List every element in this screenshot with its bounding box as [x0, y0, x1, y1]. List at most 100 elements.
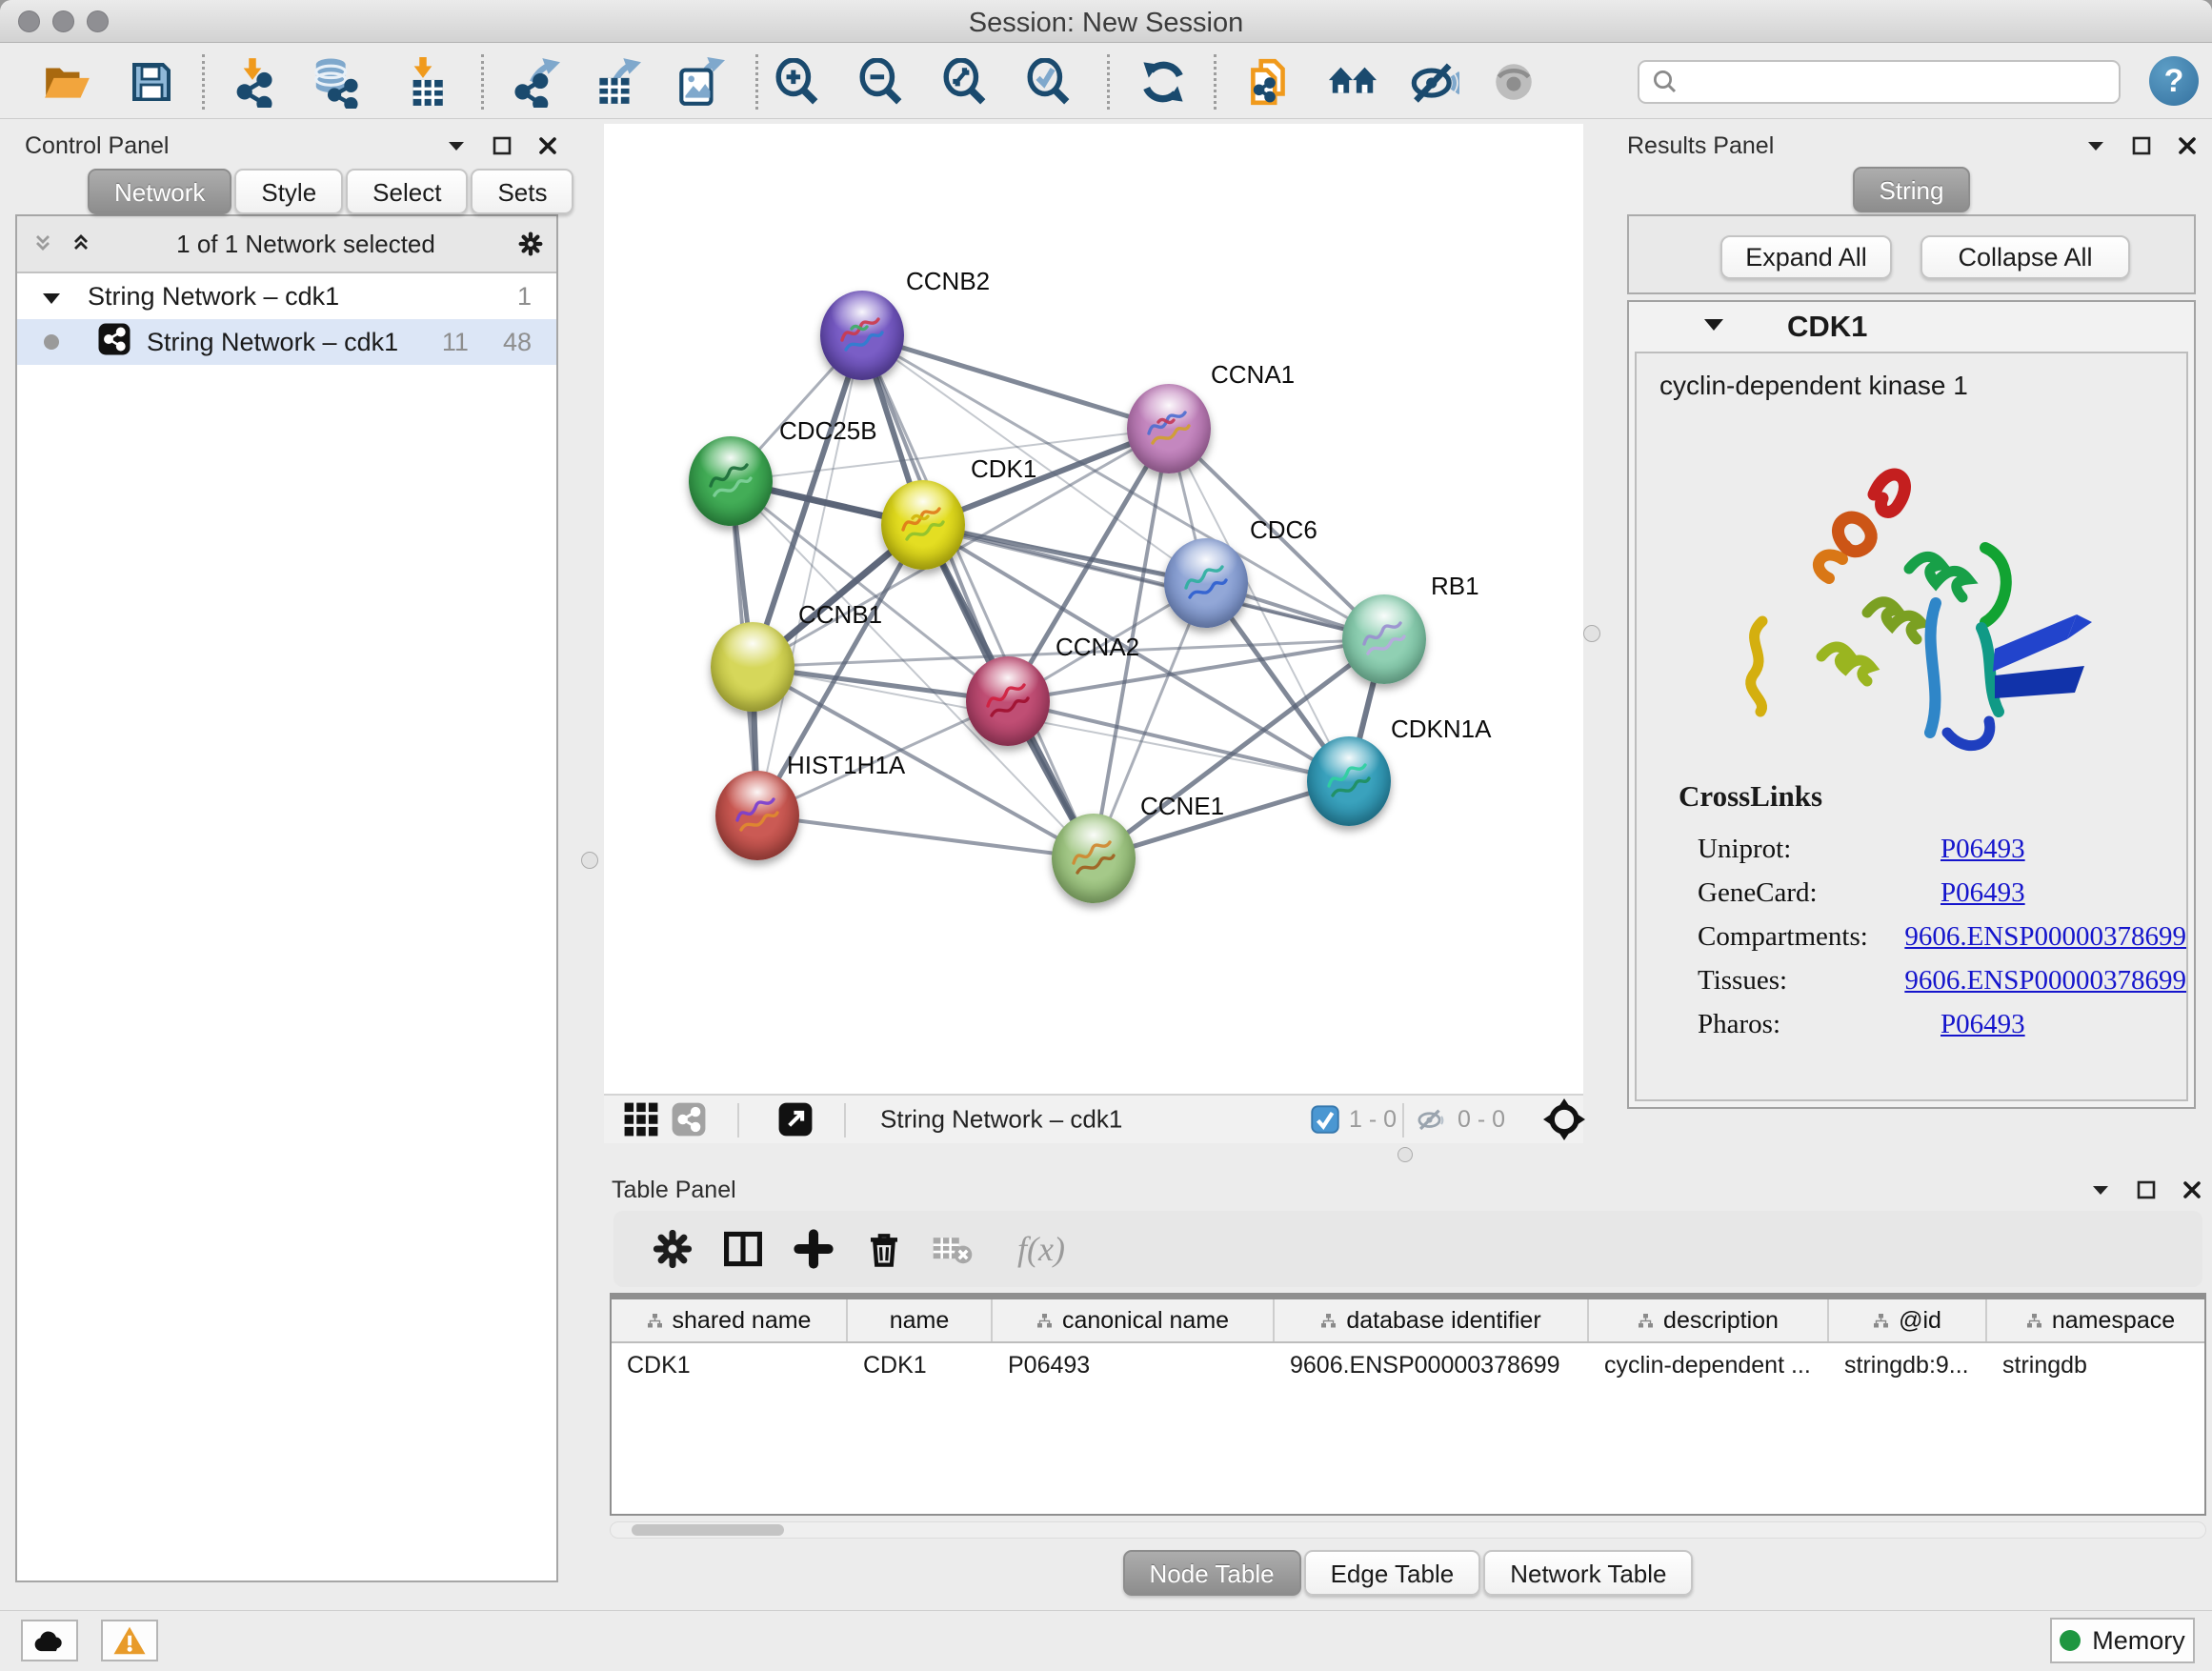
left-splitter-grip[interactable] — [581, 852, 598, 869]
panel-float-icon[interactable] — [2134, 1178, 2159, 1202]
memory-button[interactable]: Memory — [2050, 1618, 2195, 1663]
network-node-ccna1[interactable] — [1127, 384, 1211, 473]
gene-entry-header[interactable]: CDK1 — [1629, 302, 2194, 352]
tab-sets[interactable]: Sets — [471, 169, 573, 214]
graphics-details-button[interactable] — [1488, 56, 1539, 108]
tab-network[interactable]: Network — [88, 169, 231, 214]
warning-status-button[interactable] — [101, 1620, 158, 1661]
export-table-icon — [590, 56, 641, 108]
network-node-cdkn1a[interactable] — [1307, 736, 1391, 826]
scrollbar-thumb[interactable] — [632, 1524, 784, 1536]
network-row[interactable]: String Network – cdk1 11 48 — [17, 319, 556, 365]
tab-style[interactable]: Style — [234, 169, 343, 214]
collapse-all-button[interactable]: Collapse All — [1920, 235, 2130, 279]
birds-eye-view-button[interactable] — [777, 1101, 814, 1137]
crosslink-link[interactable]: P06493 — [1941, 834, 2025, 865]
panel-close-icon[interactable] — [2175, 133, 2200, 158]
cloud-status-button[interactable] — [21, 1620, 78, 1661]
panel-float-icon[interactable] — [490, 133, 514, 158]
network-node-cdc6[interactable] — [1164, 538, 1248, 628]
delete-table-button[interactable] — [930, 1226, 975, 1272]
clone-network-button[interactable] — [1243, 56, 1295, 108]
network-node-ccnb2[interactable] — [820, 291, 904, 380]
tab-select[interactable]: Select — [346, 169, 468, 214]
open-session-button[interactable] — [42, 56, 93, 108]
panel-menu-caret-icon[interactable] — [2083, 133, 2108, 158]
save-session-button[interactable] — [126, 56, 177, 108]
column-header-canonical-name[interactable]: canonical name — [993, 1299, 1275, 1341]
crosslink-link[interactable]: P06493 — [1941, 1009, 2025, 1040]
refresh-layout-button[interactable] — [1137, 56, 1189, 108]
network-options-gear-icon[interactable] — [518, 232, 543, 256]
column-header--id[interactable]: @id — [1829, 1299, 1987, 1341]
network-view-mode-button[interactable] — [671, 1101, 707, 1137]
collapse-all-chevron-icon[interactable] — [30, 232, 55, 256]
table-cell[interactable]: P06493 — [993, 1343, 1275, 1387]
table-options-button[interactable] — [650, 1226, 695, 1272]
zoom-in-button[interactable] — [772, 56, 823, 108]
network-node-cdk1[interactable] — [881, 480, 965, 570]
column-header-namespace[interactable]: namespace — [1987, 1299, 2206, 1341]
expand-all-chevron-icon[interactable] — [69, 232, 93, 256]
zoom-out-button[interactable] — [855, 56, 907, 108]
delete-column-button[interactable] — [861, 1226, 907, 1272]
column-header-shared-name[interactable]: shared name — [612, 1299, 848, 1341]
entry-collapse-caret-icon[interactable] — [1703, 317, 1724, 336]
crosslink-link[interactable]: 9606.ENSP00000378699 — [1904, 965, 2186, 997]
panel-menu-caret-icon[interactable] — [2088, 1178, 2113, 1202]
panel-close-icon[interactable] — [2180, 1178, 2204, 1202]
column-header-label: name — [890, 1307, 950, 1335]
function-builder-button[interactable]: f(x) — [998, 1226, 1084, 1272]
column-header-name[interactable]: name — [848, 1299, 993, 1341]
search-input[interactable] — [1687, 64, 2119, 100]
table-cell[interactable]: 9606.ENSP00000378699 — [1275, 1343, 1589, 1387]
selected-checkbox-icon[interactable] — [1311, 1105, 1339, 1134]
hide-show-button[interactable] — [1409, 56, 1460, 108]
help-button[interactable]: ? — [2149, 56, 2199, 106]
network-node-cdc25b[interactable] — [689, 436, 773, 526]
show-columns-button[interactable] — [720, 1226, 766, 1272]
import-network-button[interactable] — [227, 56, 278, 108]
zoom-fit-button[interactable] — [939, 56, 991, 108]
collection-expand-caret-icon[interactable] — [42, 282, 61, 312]
expand-all-button[interactable]: Expand All — [1720, 235, 1892, 279]
table-row[interactable]: CDK1CDK1P064939606.ENSP00000378699cyclin… — [612, 1343, 2204, 1387]
export-image-button[interactable] — [674, 56, 725, 108]
tab-network-table[interactable]: Network Table — [1483, 1550, 1693, 1596]
table-cell[interactable]: CDK1 — [612, 1343, 848, 1387]
tab-edge-table[interactable]: Edge Table — [1304, 1550, 1481, 1596]
crosslink-link[interactable]: P06493 — [1941, 877, 2025, 909]
network-node-ccne1[interactable] — [1052, 814, 1136, 903]
panel-close-icon[interactable] — [535, 133, 560, 158]
fx-label: f(x) — [1017, 1229, 1065, 1269]
export-network-button[interactable] — [509, 56, 560, 108]
table-cell[interactable]: stringdb — [1987, 1343, 2206, 1387]
tab-string[interactable]: String — [1853, 167, 1971, 212]
panel-menu-caret-icon[interactable] — [444, 133, 469, 158]
import-network-from-database-button[interactable] — [311, 56, 362, 108]
column-header-database-identifier[interactable]: database identifier — [1275, 1299, 1589, 1341]
right-splitter-grip[interactable] — [1583, 625, 1600, 642]
zoom-selected-button[interactable] — [1023, 56, 1075, 108]
network-node-ccna2[interactable] — [966, 656, 1050, 746]
panel-float-icon[interactable] — [2129, 133, 2154, 158]
pan-button[interactable] — [1543, 1098, 1585, 1140]
network-collection-row[interactable]: String Network – cdk1 1 — [17, 273, 556, 319]
table-horizontal-scrollbar[interactable] — [610, 1521, 2206, 1539]
table-cell[interactable]: CDK1 — [848, 1343, 993, 1387]
add-column-button[interactable] — [791, 1226, 836, 1272]
table-cell[interactable]: cyclin-dependent ... — [1589, 1343, 1829, 1387]
network-node-ccnb1[interactable] — [711, 622, 794, 712]
string-home-button[interactable] — [1327, 56, 1378, 108]
grid-view-button[interactable] — [623, 1101, 659, 1137]
import-table-button[interactable] — [397, 56, 449, 108]
network-node-rb1[interactable] — [1342, 594, 1426, 684]
table-cell[interactable]: stringdb:9... — [1829, 1343, 1987, 1387]
column-header-description[interactable]: description — [1589, 1299, 1829, 1341]
horizontal-splitter-grip[interactable] — [1398, 1147, 1413, 1162]
network-node-hist1h1a[interactable] — [715, 771, 799, 860]
export-table-button[interactable] — [590, 56, 641, 108]
network-canvas[interactable]: CCNB2CCNA1CDC25BCDK1CDC6RB1CCNB1CCNA2CDK… — [604, 124, 1583, 1094]
crosslink-link[interactable]: 9606.ENSP00000378699 — [1904, 921, 2186, 953]
tab-node-table[interactable]: Node Table — [1123, 1550, 1301, 1596]
